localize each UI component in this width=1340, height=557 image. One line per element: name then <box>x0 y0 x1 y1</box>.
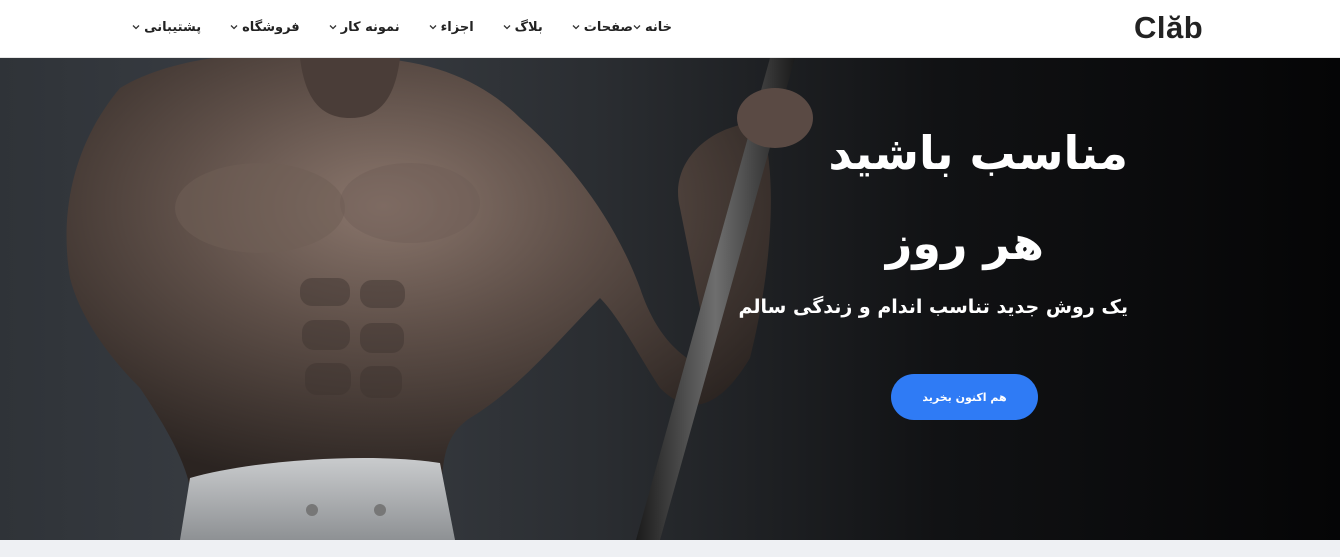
nav-item-pages[interactable]: صفحات <box>572 20 633 35</box>
nav-item-label: فروشگاه <box>242 19 300 35</box>
nav-item-blog[interactable]: بلاگ <box>503 20 543 35</box>
nav-item-home[interactable]: خانه <box>633 20 672 35</box>
nav-item-label: نمونه کار <box>340 19 400 35</box>
hero-banner: مناسب باشید هر روز یک روش جدید تناسب اند… <box>0 58 1340 540</box>
nav-item-label: پشتیبانی <box>144 19 202 35</box>
athlete-photo-icon <box>66 58 813 540</box>
chevron-down-icon <box>429 25 437 30</box>
hero-headline: مناسب باشید هر روز <box>708 128 1128 268</box>
chevron-down-icon <box>132 25 140 30</box>
buy-now-button[interactable]: هم اکنون بخرید <box>891 374 1038 420</box>
nav-item-label: خانه <box>644 19 672 35</box>
site-logo[interactable]: Clăb <box>1134 10 1203 46</box>
nav-item-label: صفحات <box>583 19 633 35</box>
hero-headline-line2: هر روز <box>885 216 1044 270</box>
nav-item-shop[interactable]: فروشگاه <box>230 20 300 35</box>
chevron-down-icon <box>633 25 641 30</box>
nav-item-label: بلاگ <box>514 19 543 35</box>
hero-headline-line1: مناسب باشید <box>828 126 1128 180</box>
nav-item-portfolio[interactable]: نمونه کار <box>329 20 400 35</box>
main-nav: خانه صفحات بلاگ اجزاء نمونه کار فروشگاه … <box>103 16 672 38</box>
hero-subheadline: یک روش جدید تناسب اندام و زندگی سالم <box>738 296 1129 318</box>
nav-item-label: اجزاء <box>440 19 474 35</box>
chevron-down-icon <box>230 25 238 30</box>
nav-item-support[interactable]: پشتیبانی <box>132 20 201 35</box>
chevron-down-icon <box>572 25 580 30</box>
chevron-down-icon <box>503 25 511 30</box>
chevron-down-icon <box>329 25 337 30</box>
nav-item-components[interactable]: اجزاء <box>429 20 474 35</box>
top-navbar: Clăb خانه صفحات بلاگ اجزاء نمونه کار فرو… <box>0 0 1340 58</box>
page-bottom-strip <box>0 540 1340 557</box>
